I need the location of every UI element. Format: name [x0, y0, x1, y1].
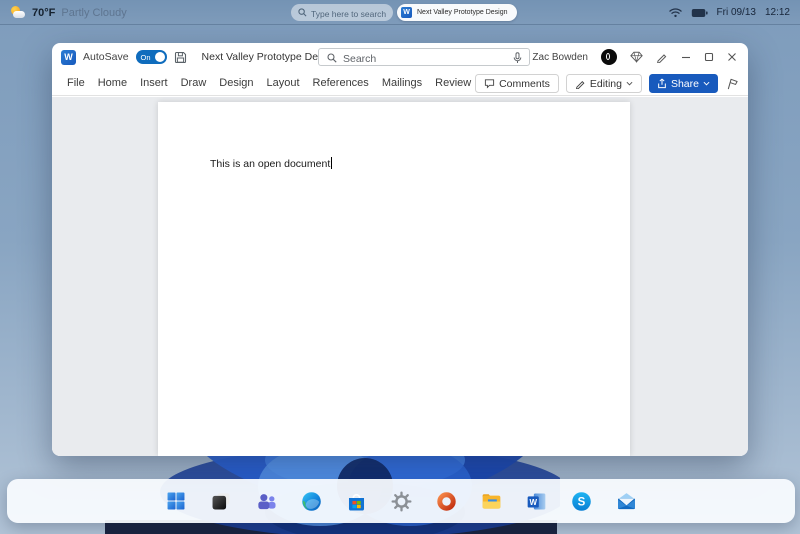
- word-app-icon[interactable]: W: [61, 50, 76, 65]
- teams-icon: [255, 490, 278, 513]
- microphone-icon[interactable]: [513, 52, 522, 64]
- tab-mailings[interactable]: Mailings: [382, 77, 422, 89]
- top-bar: 70°F Partly Cloudy W Next Valley Prototy…: [0, 0, 800, 25]
- edge-icon: [300, 490, 323, 513]
- word-search-input[interactable]: [319, 51, 529, 67]
- taskbar-button-teams[interactable]: [253, 488, 279, 514]
- settings-gear-icon: [390, 490, 413, 513]
- editing-mode-dropdown[interactable]: Editing: [566, 74, 642, 93]
- tray-date[interactable]: Fri 09/13: [717, 7, 756, 18]
- taskbar-button-mail[interactable]: [613, 488, 639, 514]
- taskbar-button-file-explorer[interactable]: [478, 488, 504, 514]
- search-icon: [298, 8, 307, 17]
- battery-icon[interactable]: [691, 8, 708, 18]
- tab-insert[interactable]: Insert: [140, 77, 168, 89]
- document-page[interactable]: This is an open document: [158, 102, 630, 456]
- tab-layout[interactable]: Layout: [267, 77, 300, 89]
- taskbar-button-settings[interactable]: [388, 488, 414, 514]
- chevron-down-icon: [703, 81, 710, 86]
- taskbar-button-task-view[interactable]: [208, 488, 234, 514]
- document-canvas: This is an open document: [52, 97, 748, 456]
- taskbar-button-skype[interactable]: S: [568, 488, 594, 514]
- partly-cloudy-icon: [10, 6, 26, 20]
- running-app-label: Next Valley Prototype Design: [417, 9, 508, 16]
- taskbar-search-box[interactable]: [291, 4, 393, 21]
- taskbar-button-word[interactable]: W: [523, 488, 549, 514]
- share-button[interactable]: Share: [649, 74, 718, 93]
- document-text: This is an open document: [210, 157, 332, 170]
- temperature-label: 70°F: [32, 7, 55, 19]
- tab-home[interactable]: Home: [98, 77, 127, 89]
- comments-button[interactable]: Comments: [475, 74, 559, 93]
- tab-file[interactable]: File: [67, 77, 85, 89]
- start-icon: [165, 490, 187, 512]
- close-button[interactable]: [727, 52, 737, 62]
- save-icon[interactable]: [174, 51, 187, 64]
- tab-review[interactable]: Review: [435, 77, 471, 89]
- tab-references[interactable]: References: [313, 77, 369, 89]
- skype-icon: S: [570, 490, 593, 513]
- word-titlebar: W AutoSave On Next Valley Prototype Desi…: [52, 43, 748, 71]
- account-avatar[interactable]: [601, 49, 617, 65]
- word-icon: W: [401, 7, 412, 18]
- taskbar-button-start[interactable]: [163, 488, 189, 514]
- taskbar-button-edge[interactable]: [298, 488, 324, 514]
- word-window: W AutoSave On Next Valley Prototype Desi…: [52, 43, 748, 456]
- autosave-toggle[interactable]: On: [136, 50, 167, 64]
- search-icon: [327, 53, 337, 63]
- pen-icon: [575, 78, 586, 89]
- svg-text:S: S: [577, 496, 585, 508]
- flag-icon[interactable]: [725, 77, 739, 90]
- toggle-knob: [155, 52, 165, 62]
- ribbon-tabs: File Home Insert Draw Design Layout Refe…: [52, 77, 544, 89]
- premium-gem-icon[interactable]: [630, 51, 643, 63]
- desktop-screen: 70°F Partly Cloudy W Next Valley Prototy…: [0, 0, 800, 534]
- taskbar: W S: [7, 479, 795, 523]
- text-caret: [331, 157, 332, 169]
- wifi-icon[interactable]: [669, 7, 682, 18]
- system-tray: Fri 09/13 12:12: [669, 0, 791, 25]
- account-name[interactable]: Zac Bowden: [532, 52, 588, 63]
- minimize-button[interactable]: [681, 52, 691, 62]
- share-icon: [657, 78, 667, 89]
- comment-icon: [484, 78, 495, 89]
- office-icon: [435, 490, 458, 513]
- pen-icon[interactable]: [656, 51, 668, 63]
- tab-draw[interactable]: Draw: [181, 77, 207, 89]
- ribbon-tab-row: File Home Insert Draw Design Layout Refe…: [52, 71, 748, 96]
- store-icon: [345, 490, 368, 513]
- weather-widget[interactable]: 70°F Partly Cloudy: [10, 0, 127, 25]
- svg-text:W: W: [529, 498, 537, 507]
- tray-clock[interactable]: 12:12: [765, 7, 790, 18]
- word-icon: W: [525, 490, 548, 513]
- maximize-button[interactable]: [704, 52, 714, 62]
- running-app-pill[interactable]: W Next Valley Prototype Design: [397, 4, 517, 21]
- word-search-box[interactable]: [318, 48, 530, 66]
- task-view-icon: [210, 490, 232, 512]
- autosave-label: AutoSave: [83, 51, 129, 63]
- tab-design[interactable]: Design: [219, 77, 253, 89]
- mail-icon: [615, 490, 638, 513]
- chevron-down-icon: [626, 81, 633, 86]
- file-explorer-icon: [480, 490, 503, 513]
- taskbar-button-office[interactable]: [433, 488, 459, 514]
- taskbar-button-store[interactable]: [343, 488, 369, 514]
- weather-condition-label: Partly Cloudy: [61, 7, 126, 19]
